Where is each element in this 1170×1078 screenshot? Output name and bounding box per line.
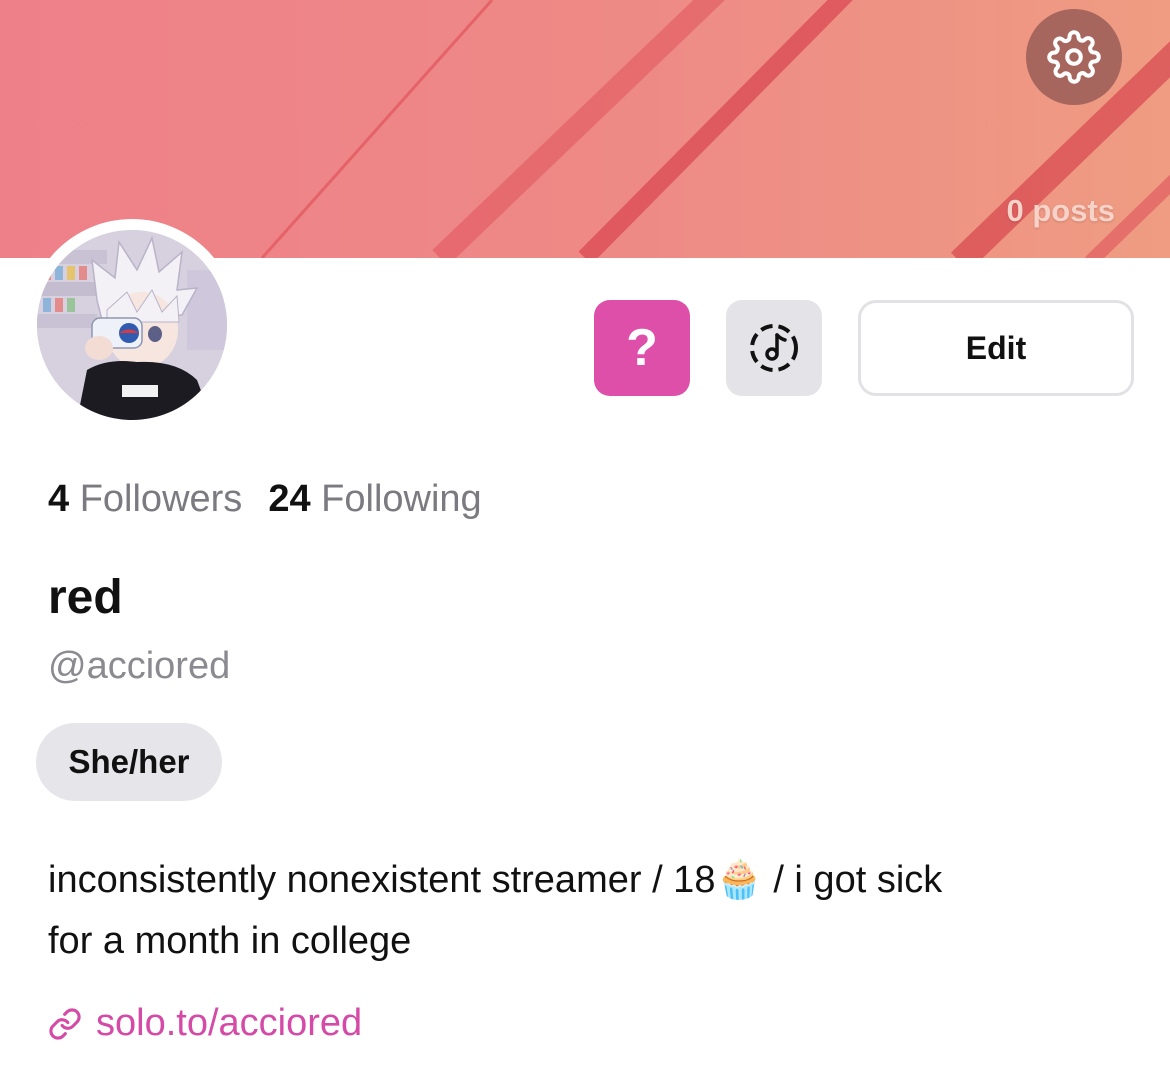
followers-count: 4	[48, 478, 70, 520]
profile-link-text: solo.to/acciored	[96, 1002, 363, 1044]
bio-line: inconsistently nonexistent streamer / 18…	[48, 859, 943, 901]
banner-stripes	[260, 0, 1170, 258]
display-name: red	[48, 571, 123, 624]
username-handle: @acciored	[48, 645, 231, 687]
gear-icon	[1047, 30, 1101, 84]
bio: inconsistently nonexistent streamer / 18…	[48, 850, 1128, 972]
settings-button[interactable]	[1026, 9, 1122, 105]
avatar[interactable]	[26, 219, 238, 431]
music-button[interactable]	[726, 300, 822, 396]
edit-profile-button[interactable]: Edit	[858, 300, 1134, 396]
profile-link[interactable]: solo.to/acciored	[48, 1002, 362, 1045]
link-icon	[49, 1007, 81, 1040]
profile-banner: 0 posts	[0, 0, 1170, 258]
follow-stats: 4 Followers 24 Following	[48, 478, 482, 521]
followers-stat[interactable]: 4 Followers	[48, 478, 242, 521]
question-mark-icon: ?	[626, 319, 658, 377]
posts-count: 0 posts	[1006, 193, 1115, 228]
avatar-image	[37, 230, 227, 420]
following-label: Following	[321, 478, 482, 520]
following-count: 24	[268, 478, 311, 520]
bio-line: for a month in college	[48, 920, 412, 962]
following-stat[interactable]: 24 Following	[268, 478, 481, 521]
music-note-icon	[750, 324, 798, 372]
profile-page: 0 posts ? Edit 4 Followers 24 Following …	[0, 0, 1170, 1078]
followers-label: Followers	[79, 478, 243, 520]
pronouns-badge: She/her	[36, 723, 222, 801]
ask-question-button[interactable]: ?	[594, 300, 690, 396]
